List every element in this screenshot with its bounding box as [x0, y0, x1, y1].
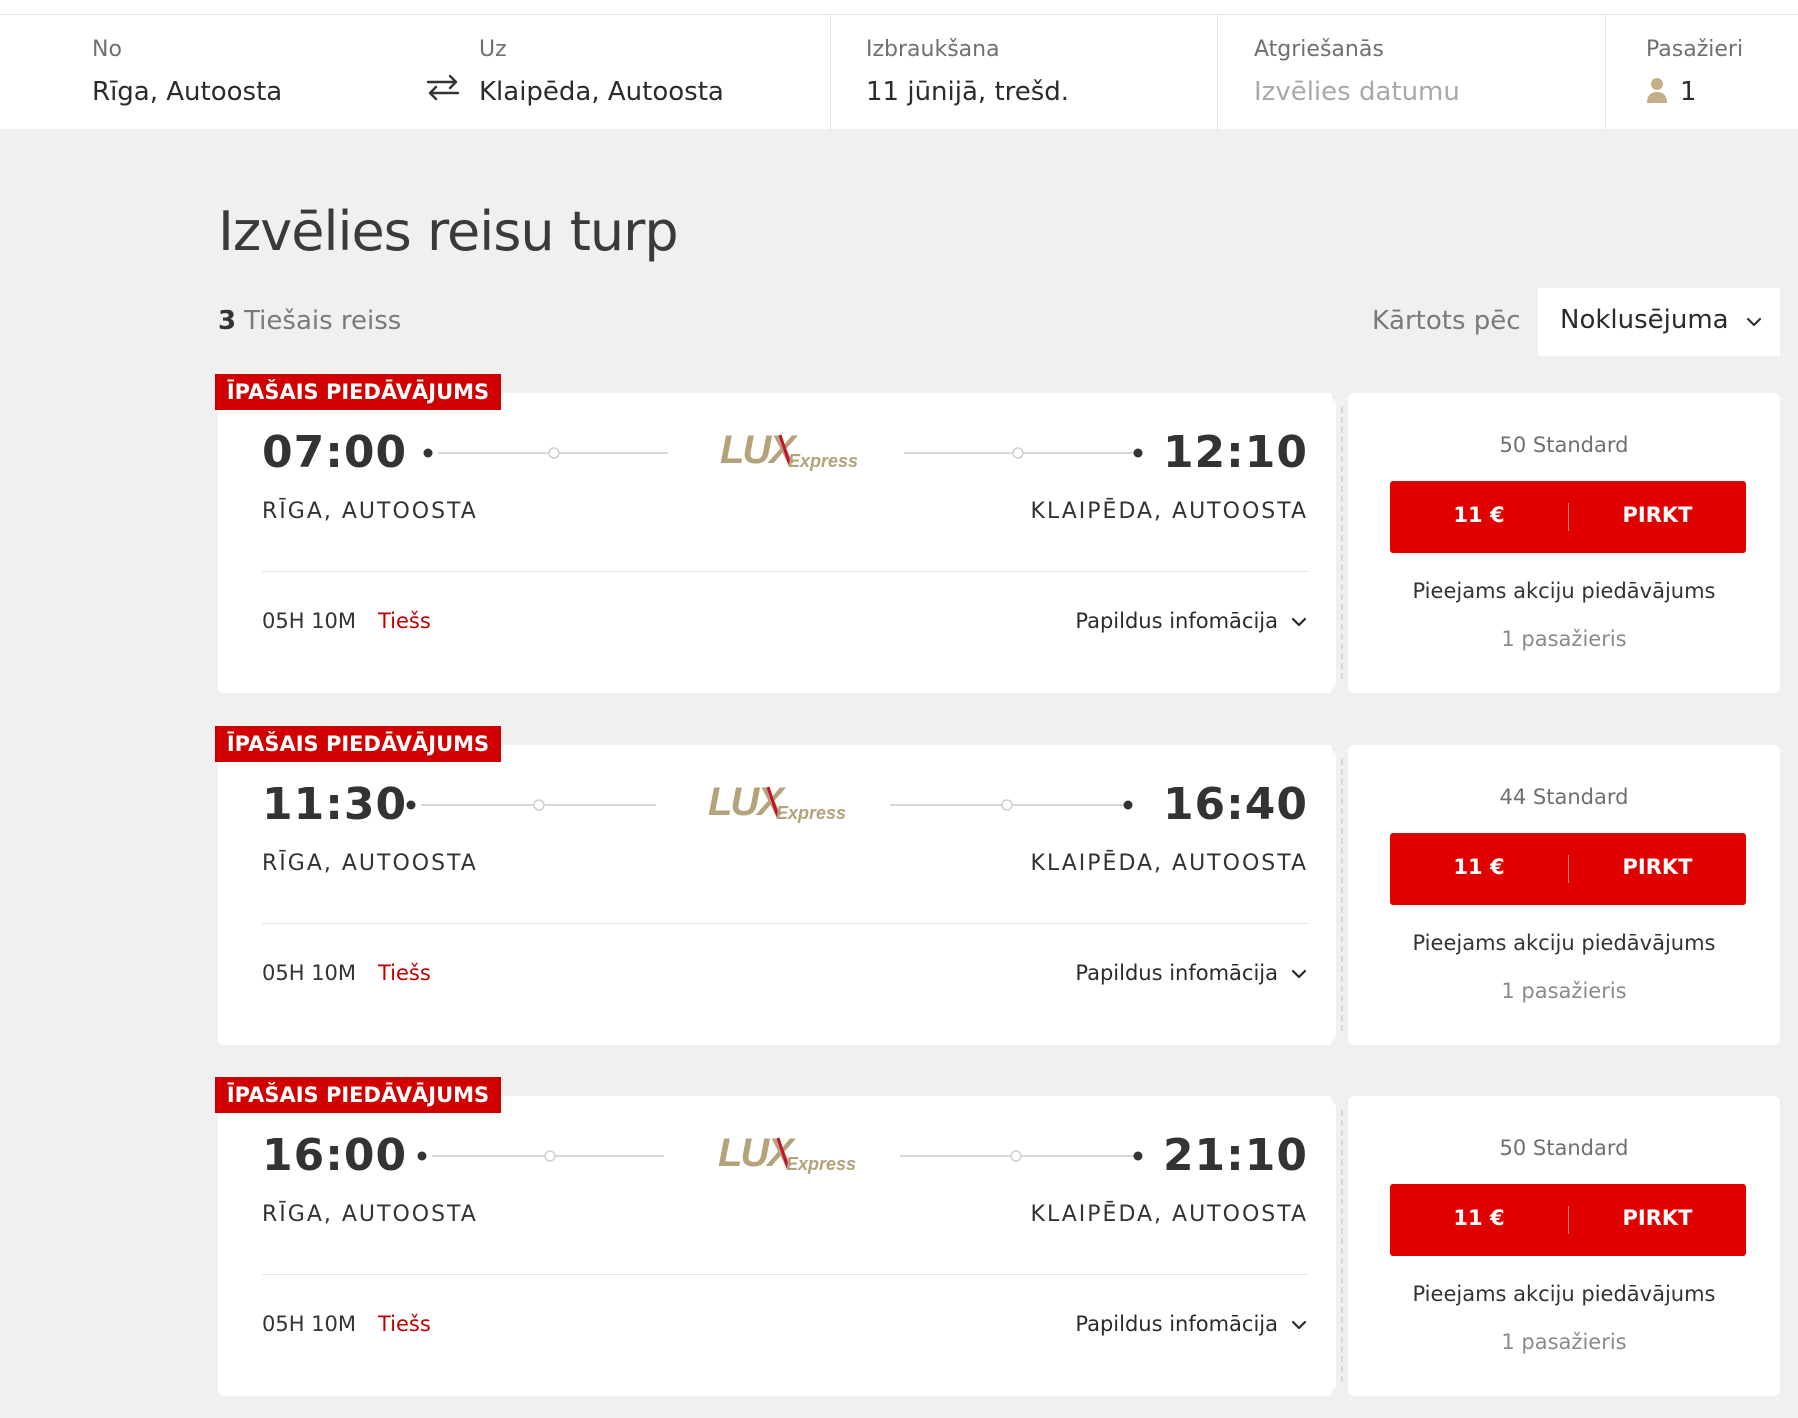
buy-label: PIRKT: [1622, 855, 1693, 879]
arrival-station: KLAIPĒDA, AUTOOSTA: [1030, 851, 1308, 876]
divider: [262, 923, 1308, 924]
direct-label: Tiešs: [378, 961, 431, 985]
from-label: No: [92, 37, 122, 62]
promo-text: Pieejams akciju piedāvājums: [1412, 931, 1716, 955]
trip-card-main[interactable]: 11:30 LUX Express 16:40 RĪGA, AUTOOSTA K…: [218, 745, 1336, 1045]
svg-text:Express: Express: [776, 803, 846, 823]
more-info-toggle[interactable]: Papildus infomācija: [1075, 609, 1308, 633]
trip-card: 16:00 LUX Express 21:10 RĪGA, AUTOOSTA K…: [215, 1077, 1780, 1407]
results-count-number: 3: [218, 306, 237, 336]
depart-value[interactable]: 11 jūnijā, trešd.: [866, 77, 1069, 107]
ticket-perforation: [1336, 1096, 1348, 1396]
carrier-logo: LUX Express: [708, 781, 846, 824]
arrival-time: 12:10: [1162, 427, 1308, 478]
return-field[interactable]: Atgriešanās Izvēlies datumu: [1254, 15, 1594, 130]
more-info-toggle[interactable]: Papildus infomācija: [1075, 1312, 1308, 1336]
price: 11 €: [1453, 1206, 1505, 1230]
seats-available: 50 Standard: [1499, 433, 1629, 457]
divider: [830, 15, 831, 130]
sort-value: Noklusējuma: [1560, 305, 1729, 335]
passenger-count: 1 pasažieris: [1501, 979, 1627, 1003]
departure-station: RĪGA, AUTOOSTA: [262, 1202, 478, 1227]
trip-card: 07:00 LUX Express 12:10 RĪGA, AUTOOSTA K…: [215, 374, 1780, 704]
promo-text: Pieejams akciju piedāvājums: [1412, 579, 1716, 603]
direct-label: Tiešs: [378, 609, 431, 633]
page-title: Izvēlies reisu turp: [218, 200, 679, 263]
buy-button[interactable]: 11 € PIRKT: [1390, 833, 1746, 905]
buy-label: PIRKT: [1622, 1206, 1693, 1230]
to-field[interactable]: Uz Klaipēda, Autoosta: [479, 15, 819, 130]
price: 11 €: [1453, 503, 1505, 527]
arrival-time: 16:40: [1162, 779, 1308, 830]
svg-text:Express: Express: [786, 1154, 856, 1174]
promo-text: Pieejams akciju piedāvājums: [1412, 1282, 1716, 1306]
ticket-perforation: [1336, 393, 1348, 693]
ticket-perforation: [1336, 745, 1348, 1045]
seats-available: 50 Standard: [1499, 1136, 1629, 1160]
trip-duration: 05H 10M: [262, 961, 357, 985]
chevron-down-icon: [1291, 969, 1307, 979]
carrier-logo: LUX Express: [718, 1132, 856, 1175]
divider: [262, 571, 1308, 572]
carrier-logo: LUX Express: [720, 429, 858, 472]
special-offer-badge: ĪPAŠAIS PIEDĀVĀJUMS: [215, 374, 501, 410]
more-info-toggle[interactable]: Papildus infomācija: [1075, 961, 1308, 985]
return-placeholder[interactable]: Izvēlies datumu: [1254, 77, 1460, 107]
svg-text:Express: Express: [788, 451, 858, 471]
trip-card-purchase: 44 Standard 11 € PIRKT Pieejams akciju p…: [1348, 745, 1780, 1045]
to-label: Uz: [479, 37, 507, 62]
buy-button[interactable]: 11 € PIRKT: [1390, 481, 1746, 553]
from-field[interactable]: No Rīga, Autoosta: [92, 15, 422, 130]
passenger-count: 1 pasažieris: [1501, 1330, 1627, 1354]
chevron-down-icon: [1746, 317, 1762, 327]
sort-select[interactable]: Noklusējuma: [1538, 288, 1780, 356]
sort-label: Kārtots pēc: [1372, 306, 1521, 336]
departure-station: RĪGA, AUTOOSTA: [262, 499, 478, 524]
return-label: Atgriešanās: [1254, 37, 1384, 62]
trip-card-purchase: 50 Standard 11 € PIRKT Pieejams akciju p…: [1348, 393, 1780, 693]
depart-field[interactable]: Izbraukšana 11 jūnijā, trešd.: [866, 15, 1206, 130]
trip-card-main[interactable]: 16:00 LUX Express 21:10 RĪGA, AUTOOSTA K…: [218, 1096, 1336, 1396]
special-offer-badge: ĪPAŠAIS PIEDĀVĀJUMS: [215, 726, 501, 762]
more-info-label: Papildus infomācija: [1075, 609, 1278, 633]
passenger-count: 1 pasažieris: [1501, 627, 1627, 651]
trip-duration: 05H 10M: [262, 609, 357, 633]
passengers-field[interactable]: Pasažieri 1: [1646, 15, 1796, 130]
top-strip: [0, 0, 1798, 14]
buy-button[interactable]: 11 € PIRKT: [1390, 1184, 1746, 1256]
special-offer-badge: ĪPAŠAIS PIEDĀVĀJUMS: [215, 1077, 501, 1113]
arrival-station: KLAIPĒDA, AUTOOSTA: [1030, 499, 1308, 524]
to-value[interactable]: Klaipēda, Autoosta: [479, 77, 724, 107]
swap-arrows-icon[interactable]: [426, 73, 460, 101]
results-count-label: Tiešais reiss: [244, 306, 402, 336]
chevron-down-icon: [1291, 1320, 1307, 1330]
departure-station: RĪGA, AUTOOSTA: [262, 851, 478, 876]
trip-duration: 05H 10M: [262, 1312, 357, 1336]
direct-label: Tiešs: [378, 1312, 431, 1336]
more-info-label: Papildus infomācija: [1075, 1312, 1278, 1336]
price: 11 €: [1453, 855, 1505, 879]
trip-card: 11:30 LUX Express 16:40 RĪGA, AUTOOSTA K…: [215, 726, 1780, 1056]
results-count: 3 Tiešais reiss: [218, 306, 401, 336]
depart-label: Izbraukšana: [866, 37, 1000, 62]
chevron-down-icon: [1291, 617, 1307, 627]
passengers-value: 1: [1680, 77, 1697, 107]
passengers-value-wrap[interactable]: 1: [1646, 77, 1697, 107]
arrival-station: KLAIPĒDA, AUTOOSTA: [1030, 1202, 1308, 1227]
person-icon: [1647, 78, 1667, 103]
search-bar: No Rīga, Autoosta Uz Klaipēda, Autoosta …: [0, 14, 1798, 130]
from-value[interactable]: Rīga, Autoosta: [92, 77, 282, 107]
seats-available: 44 Standard: [1499, 785, 1629, 809]
more-info-label: Papildus infomācija: [1075, 961, 1278, 985]
trip-card-purchase: 50 Standard 11 € PIRKT Pieejams akciju p…: [1348, 1096, 1780, 1396]
divider: [1605, 15, 1606, 130]
divider: [1217, 15, 1218, 130]
trip-card-main[interactable]: 07:00 LUX Express 12:10 RĪGA, AUTOOSTA K…: [218, 393, 1336, 693]
passengers-label: Pasažieri: [1646, 37, 1744, 62]
arrival-time: 21:10: [1162, 1130, 1308, 1181]
buy-label: PIRKT: [1622, 503, 1693, 527]
divider: [262, 1274, 1308, 1275]
